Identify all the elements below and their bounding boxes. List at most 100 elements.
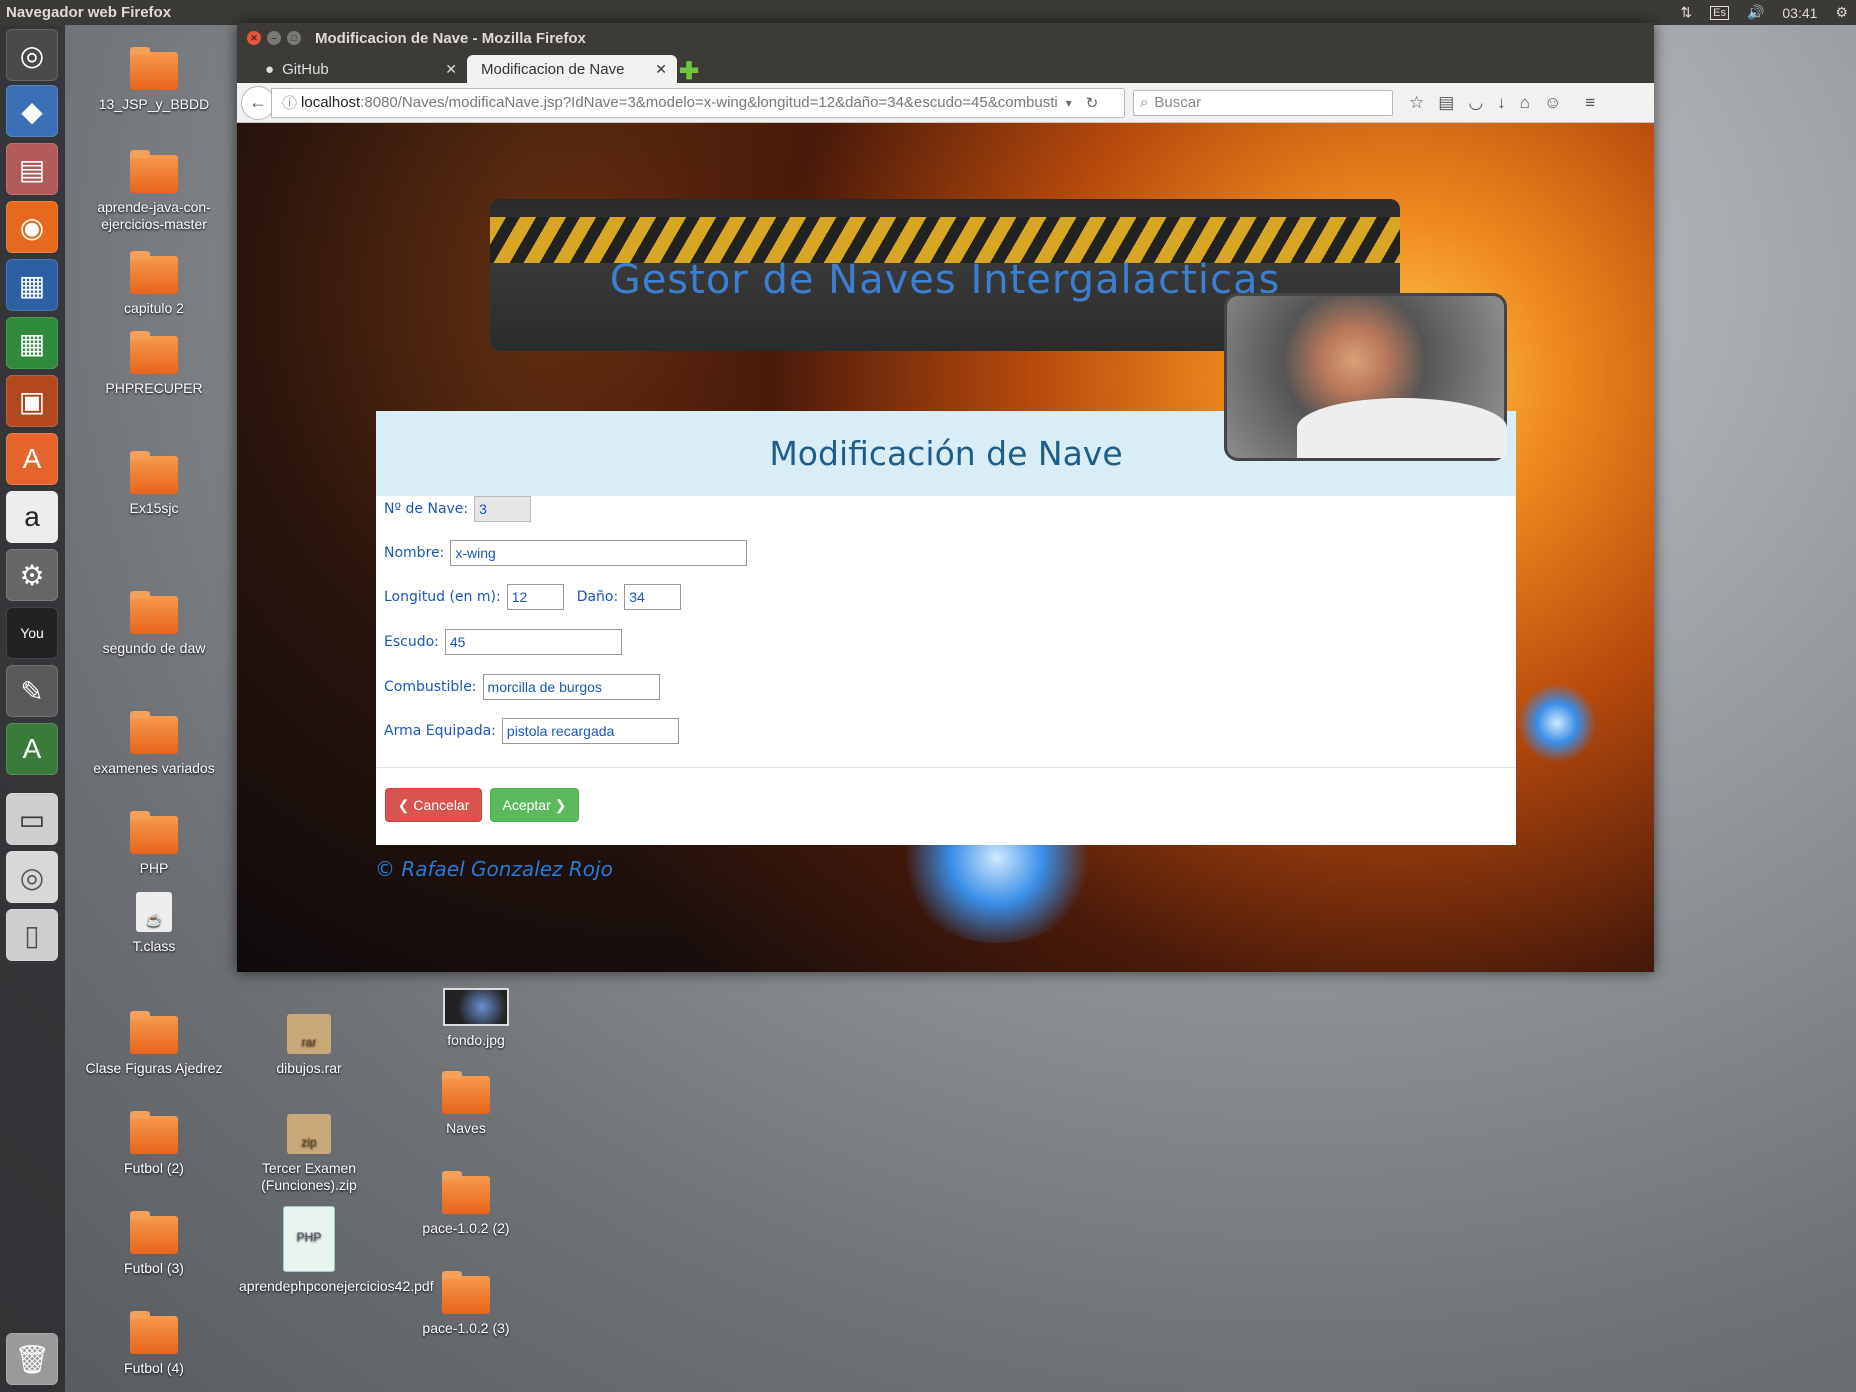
desktop-file[interactable]: ☕ T.class <box>84 892 224 955</box>
desktop-folder[interactable]: capitulo 2 <box>84 251 224 317</box>
system-settings-icon[interactable]: ⚙ <box>6 549 58 601</box>
desktop-folder[interactable]: aprende-java-con-ejercicios-master <box>84 150 224 233</box>
tab-label: GitHub <box>282 60 329 78</box>
minimize-icon[interactable]: – <box>267 31 281 45</box>
menu-icon[interactable]: ≡ <box>1585 93 1595 113</box>
files-icon[interactable]: ▤ <box>6 143 58 195</box>
field-label: Escudo: <box>384 634 439 650</box>
impress-icon[interactable]: ▣ <box>6 375 58 427</box>
desktop-folder[interactable]: 13_JSP_y_BBDD <box>84 47 224 113</box>
home-icon[interactable]: ⌂ <box>1520 93 1530 113</box>
reading-list-icon[interactable]: ▤ <box>1438 93 1454 113</box>
field-nombre: Nombre: x-wing <box>384 540 748 566</box>
escudo-input[interactable]: 45 <box>444 629 622 655</box>
chevron-left-icon: ❮ <box>397 796 410 813</box>
firefox-icon[interactable]: ◉ <box>6 201 58 253</box>
desktop-folder[interactable]: Futbol (4) <box>84 1311 224 1377</box>
id-input[interactable]: 3 <box>474 496 532 522</box>
trash-icon[interactable]: 🗑 <box>6 1333 58 1385</box>
dano-input[interactable]: 34 <box>624 584 682 610</box>
gimp-icon[interactable]: ✎ <box>6 665 58 717</box>
calc-icon[interactable]: ▦ <box>6 317 58 369</box>
desktop-icon-label: PHP <box>139 860 169 876</box>
panel-title: Modificación de Nave <box>769 434 1123 473</box>
tab-bar: ● GitHub ✕ Modificacion de Nave ✕ ✚ <box>237 53 1654 86</box>
tab-modificacion-de-nave[interactable]: Modificacion de Nave ✕ <box>467 55 677 83</box>
field-combustible: Combustible: morcilla de burgos <box>384 674 660 700</box>
search-placeholder: Buscar <box>1154 94 1202 111</box>
bookmark-star-icon[interactable]: ☆ <box>1409 93 1424 113</box>
youtube-icon[interactable]: You <box>6 607 58 659</box>
desktop-folder[interactable]: PHPRECUPER <box>84 331 224 397</box>
url-dropdown-icon[interactable]: ▾ <box>1066 96 1072 110</box>
download-icon[interactable]: ↓ <box>1497 93 1506 113</box>
divider <box>376 767 1516 768</box>
longitud-input[interactable]: 12 <box>506 584 564 610</box>
desktop-file[interactable]: fondo.jpg <box>406 988 546 1049</box>
desktop-file[interactable]: PHP aprendephpconejercicios42.pdf <box>239 1206 434 1295</box>
accept-button-label: Aceptar <box>502 797 551 813</box>
chat-icon[interactable]: ☺ <box>1544 93 1561 113</box>
system-tray: ⇅ Es 🔊 03:41 ⚙ <box>1680 0 1848 25</box>
desktop-icon-label: segundo de daw <box>102 640 206 656</box>
desktop-icon-label: pace-1.0.2 (2) <box>422 1220 510 1236</box>
url-bar[interactable]: ⓘ localhost:8080/Naves/modificaNave.jsp?… <box>271 87 1125 118</box>
desktop-folder[interactable]: examenes variados <box>84 711 224 777</box>
maximize-icon[interactable]: □ <box>287 31 301 45</box>
software-updater-icon[interactable]: A <box>6 723 58 775</box>
folder-icon <box>442 1071 490 1114</box>
usb-icon[interactable]: ▯ <box>6 909 58 961</box>
cancel-button[interactable]: ❮ Cancelar <box>385 788 482 822</box>
new-tab-icon[interactable]: ✚ <box>679 57 699 86</box>
field-label: Nombre: <box>384 545 445 561</box>
field-longitud-dano: Longitud (en m): 12 Daño: 34 <box>384 584 682 610</box>
desktop-file[interactable]: rar dibujos.rar <box>239 1014 379 1077</box>
combustible-input[interactable]: morcilla de burgos <box>482 674 660 700</box>
desktop-folder[interactable]: Futbol (2) <box>84 1111 224 1177</box>
window-titlebar: ✕ – □ Modificacion de Nave - Mozilla Fir… <box>237 23 1654 53</box>
close-tab-icon[interactable]: ✕ <box>445 61 457 78</box>
volume-icon[interactable]: 🔊 <box>1747 4 1764 21</box>
software-center-icon[interactable]: A <box>6 433 58 485</box>
close-tab-icon[interactable]: ✕ <box>655 61 667 78</box>
nombre-input[interactable]: x-wing <box>450 540 748 566</box>
arma-input[interactable]: pistola recargada <box>501 718 679 744</box>
accept-button[interactable]: Aceptar ❯ <box>490 788 579 822</box>
virtualbox-icon[interactable]: ◆ <box>6 85 58 137</box>
floppy-icon[interactable]: ▭ <box>6 793 58 845</box>
amazon-icon[interactable]: a <box>6 491 58 543</box>
desktop-folder[interactable]: pace-1.0.2 (3) <box>396 1271 536 1337</box>
site-info-icon[interactable]: ⓘ <box>282 92 297 113</box>
desktop-icon-label: PHPRECUPER <box>105 380 203 396</box>
field-label: Arma Equipada: <box>384 723 496 739</box>
clock[interactable]: 03:41 <box>1782 5 1817 21</box>
back-arrow-icon[interactable]: ← <box>241 85 275 120</box>
search-icon: ⌕ <box>1140 94 1149 111</box>
folder-icon <box>130 1311 178 1354</box>
ubuntu-dash-icon[interactable]: ◎ <box>6 29 58 81</box>
network-icon[interactable]: ⇅ <box>1680 4 1692 21</box>
desktop-folder[interactable]: pace-1.0.2 (2) <box>396 1171 536 1237</box>
desktop-icon-label: 13_JSP_y_BBDD <box>98 96 210 112</box>
writer-icon[interactable]: ▦ <box>6 259 58 311</box>
keyboard-layout-indicator[interactable]: Es <box>1710 5 1729 20</box>
launcher: ◎ ◆ ▤ ◉ ▦ ▦ ▣ A a ⚙ You ✎ A ▭ ◎ ▯ 🗑 <box>0 25 65 1392</box>
desktop-folder[interactable]: Ex15sjc <box>84 451 224 517</box>
tab-github[interactable]: ● GitHub ✕ <box>251 55 467 83</box>
reload-icon[interactable]: ↻ <box>1086 94 1099 112</box>
pocket-icon[interactable]: ◡ <box>1468 93 1483 113</box>
archive-icon: rar <box>287 1014 331 1054</box>
gear-icon[interactable]: ⚙ <box>1835 4 1848 21</box>
folder-icon <box>130 591 178 634</box>
desktop-folder[interactable]: Clase Figuras Ajedrez <box>84 1011 224 1077</box>
desktop-folder[interactable]: Futbol (3) <box>84 1211 224 1277</box>
dvd-icon[interactable]: ◎ <box>6 851 58 903</box>
desktop-file[interactable]: zip Tercer Examen (Funciones).zip <box>239 1114 379 1194</box>
close-icon[interactable]: ✕ <box>247 31 261 45</box>
desktop-folder[interactable]: PHP <box>84 811 224 877</box>
desktop-folder[interactable]: Naves <box>396 1071 536 1137</box>
engine-glow-decoration <box>1517 683 1597 763</box>
search-bar[interactable]: ⌕ Buscar <box>1133 89 1393 116</box>
desktop-folder[interactable]: segundo de daw <box>84 591 224 657</box>
page-content: Gestor de Naves Intergalacticas Modifica… <box>237 123 1654 972</box>
